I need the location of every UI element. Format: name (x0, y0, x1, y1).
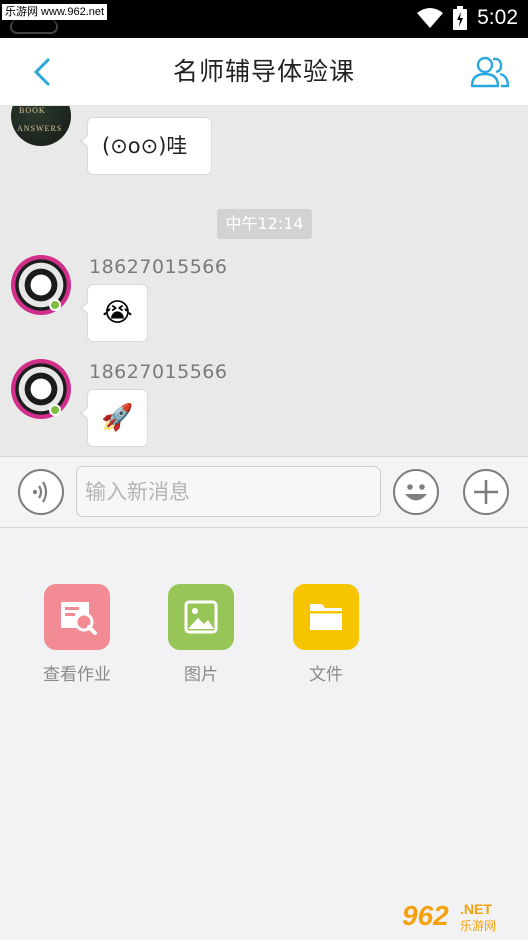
voice-button[interactable] (18, 469, 64, 515)
attach-label: 图片 (184, 665, 218, 685)
chat-header: 名师辅导体验课 (0, 38, 528, 106)
message-bubble[interactable]: 🚀 (80, 389, 148, 447)
sender-name: 18627015566 (89, 256, 228, 278)
wifi-icon (417, 8, 444, 28)
attach-image[interactable]: 图片 (156, 584, 246, 685)
logo-text-suffix: .NET (460, 901, 492, 917)
more-button[interactable] (463, 469, 509, 515)
attach-label: 文件 (309, 665, 343, 685)
logo-text-main: 962 (402, 900, 449, 931)
sender-name: 18627015566 (89, 361, 228, 383)
message-bubble[interactable]: (⊙o⊙)哇 (80, 117, 212, 175)
attachment-panel: 查看作业 图片 文件 962 .NET 乐游网 (0, 528, 528, 940)
plus-icon (474, 480, 498, 504)
image-icon (168, 584, 234, 650)
battery-icon (453, 6, 468, 30)
online-dot (49, 404, 61, 416)
page-title: 名师辅导体验课 (172, 57, 355, 86)
message-list[interactable]: BOOK ANSWERS (⊙o⊙)哇 中午12:14 18627015566 … (0, 106, 528, 456)
message-input[interactable] (77, 467, 380, 516)
rocket-emoji-icon: 🚀 (101, 403, 134, 433)
clock: 5:02 (477, 6, 518, 29)
message-bubble[interactable]: 😭 (80, 284, 148, 342)
watermark-label: 乐游网 www.962.net (2, 4, 108, 20)
timestamp-badge: 中午12:14 (217, 209, 312, 239)
attach-file[interactable]: 文件 (281, 584, 371, 685)
online-dot (49, 299, 61, 311)
avatar[interactable]: BOOK ANSWERS (11, 106, 71, 146)
message-text: (⊙o⊙)哇 (102, 134, 188, 158)
crying-emoji-icon: 😭 (102, 298, 133, 328)
message-input-wrapper (76, 466, 381, 517)
attach-label: 查看作业 (43, 665, 111, 685)
voice-icon (32, 481, 48, 503)
smiley-icon (405, 484, 427, 501)
emoji-button[interactable] (393, 469, 439, 515)
homework-search-icon (44, 584, 110, 650)
folder-icon (293, 584, 359, 650)
attach-homework[interactable]: 查看作业 (32, 584, 122, 685)
group-members-icon[interactable] (470, 54, 510, 90)
site-logo: 962 .NET 乐游网 (402, 900, 496, 933)
status-indicators: 5:02 (417, 6, 518, 30)
status-icon-ghost (10, 20, 58, 34)
avatar[interactable] (11, 359, 71, 419)
avatar[interactable] (11, 255, 71, 315)
composer-bar (0, 456, 528, 528)
status-bar: 乐游网 www.962.net 5:02 (0, 0, 528, 38)
logo-text-sub: 乐游网 (460, 919, 496, 933)
